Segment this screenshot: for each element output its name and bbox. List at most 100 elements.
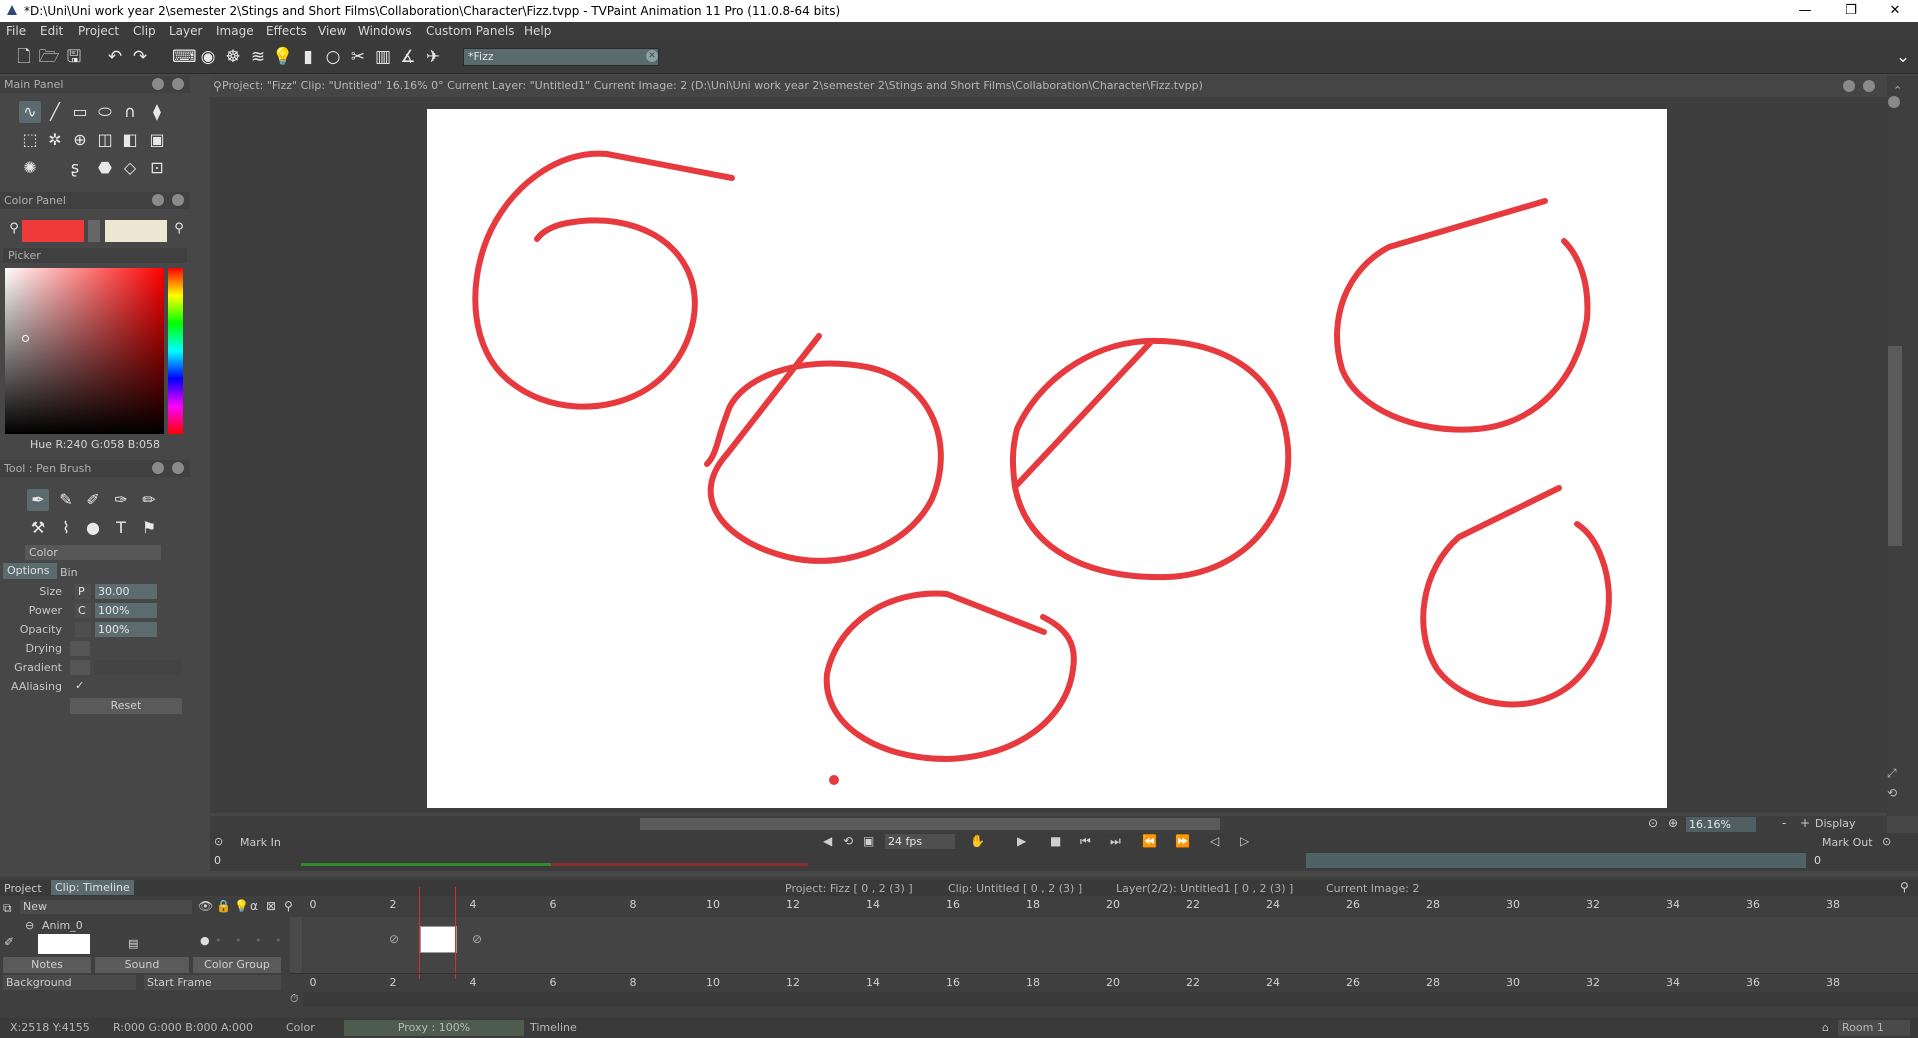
menu-file[interactable]: File	[6, 24, 26, 38]
color-wheel-icon[interactable]: ◉	[197, 46, 219, 68]
frame-number[interactable]: 10	[698, 976, 728, 989]
eyedropper-secondary-icon[interactable]: ⚲	[168, 218, 190, 240]
text-tool-icon[interactable]: T	[110, 517, 132, 539]
layer-thumbnail[interactable]	[38, 934, 90, 954]
tab-options[interactable]: Options	[3, 563, 57, 579]
reset-button[interactable]: Reset	[70, 698, 182, 714]
canvas-extra-close-icon[interactable]	[1888, 96, 1900, 108]
menu-custom-panels[interactable]: Custom Panels	[426, 24, 514, 38]
previous-frame-button[interactable]: ⏪	[1142, 834, 1157, 848]
pen-brush-icon[interactable]: ✒	[27, 489, 49, 511]
mark-out-icon[interactable]: ⊙	[1882, 835, 1891, 848]
frame-number[interactable]: 10	[698, 898, 728, 911]
primary-color-swatch[interactable]	[22, 220, 84, 242]
spray-tool-icon[interactable]: ✺	[19, 157, 41, 179]
open-folder-icon[interactable]: 🗁	[38, 46, 60, 68]
color-picker-square[interactable]	[5, 268, 164, 434]
canvas-minimize-icon[interactable]	[1843, 80, 1855, 92]
frame-number[interactable]: 24	[1258, 898, 1288, 911]
new-layer-icon[interactable]: ⧉	[3, 901, 12, 916]
smudge-tool-icon[interactable]: ʂ	[64, 157, 86, 179]
frame-number[interactable]: 38	[1818, 976, 1848, 989]
menu-edit[interactable]: Edit	[40, 24, 63, 38]
current-frame-cell[interactable]	[420, 926, 457, 953]
lightbulb-layer-icon[interactable]: 💡	[234, 899, 249, 913]
panel-minimize-icon[interactable]	[152, 462, 164, 474]
drying-checkbox[interactable]	[70, 641, 90, 656]
opacity-input[interactable]: 100%	[95, 622, 157, 637]
line-tool-icon[interactable]: ╱	[44, 101, 66, 123]
ellipse-tool-icon[interactable]: ⬭	[94, 101, 116, 123]
panel-close-icon[interactable]	[172, 462, 184, 474]
frame-number[interactable]: 16	[938, 976, 968, 989]
loop-toggle-icon[interactable]: ⟲	[843, 834, 853, 848]
gradient-checkbox[interactable]	[70, 660, 90, 675]
frame-number[interactable]: 0	[298, 976, 328, 989]
layers-icon[interactable]: ≋	[247, 46, 269, 68]
power-input[interactable]: 100%	[95, 603, 157, 618]
undo-icon[interactable]: ↶	[104, 46, 126, 68]
zoom-center-icon[interactable]: ⊕	[1668, 816, 1678, 830]
frame-number[interactable]: 0	[298, 898, 328, 911]
zoom-fit-icon[interactable]: ⊙	[1648, 816, 1658, 830]
menu-view[interactable]: View	[318, 24, 346, 38]
proxy-indicator[interactable]: Proxy : 100%	[344, 1020, 524, 1036]
lasso-tool-icon[interactable]: ∩	[119, 101, 141, 123]
gradient-field[interactable]	[94, 660, 182, 675]
panel-minimize-icon[interactable]	[152, 194, 164, 206]
save-icon[interactable]: 🖫	[63, 46, 85, 68]
timeline-pin-icon[interactable]: ⚲	[1900, 880, 1909, 894]
power-pressure-toggle[interactable]: C	[75, 603, 91, 618]
frame-number[interactable]: 26	[1338, 898, 1368, 911]
playback-settings-icon[interactable]: ▣	[863, 834, 874, 848]
stencil-icon[interactable]: ⊠	[266, 899, 276, 913]
sound-toggle-icon[interactable]: ◀	[823, 834, 832, 848]
eraser-brush-icon[interactable]: ⬣	[94, 157, 116, 179]
minimize-button[interactable]: —	[1782, 0, 1828, 22]
keyboard-icon[interactable]: ⌨	[172, 46, 197, 68]
menu-image[interactable]: Image	[216, 24, 254, 38]
tab-project[interactable]: Project	[4, 882, 42, 895]
frame-number[interactable]: 16	[938, 898, 968, 911]
frame-number[interactable]: 4	[458, 898, 488, 911]
new-document-icon[interactable]: 🗋	[13, 46, 35, 68]
knife-tool-icon[interactable]: ⚒	[27, 517, 49, 539]
panel-close-icon[interactable]	[172, 194, 184, 206]
frame-number[interactable]: 2	[378, 898, 408, 911]
vertical-scrollbar-thumb[interactable]	[1888, 346, 1902, 546]
mark-out-value[interactable]: 0	[1814, 854, 1821, 867]
lightbulb-icon[interactable]: 💡	[272, 46, 294, 68]
fps-select[interactable]: 24 fps	[885, 834, 955, 849]
start-frame-select[interactable]: Start Frame	[144, 975, 281, 990]
size-pressure-toggle[interactable]: P	[75, 584, 91, 599]
frame-number[interactable]: 14	[858, 976, 888, 989]
frame-number[interactable]: 20	[1098, 898, 1128, 911]
menu-project[interactable]: Project	[78, 24, 119, 38]
go-first-frame-button[interactable]: ⏮	[1080, 834, 1091, 849]
mark-in-icon[interactable]: ⊙	[214, 835, 223, 848]
stop-button[interactable]: ■	[1050, 834, 1061, 848]
warp-tool-icon[interactable]: ◧	[119, 129, 141, 151]
frame-number[interactable]: 6	[538, 898, 568, 911]
frame-number[interactable]: 34	[1658, 898, 1688, 911]
step-back-button[interactable]: ◁	[1210, 834, 1219, 848]
brush-mode-select[interactable]: Color	[25, 545, 161, 560]
frame-number[interactable]: 8	[618, 976, 648, 989]
frame-number[interactable]: 38	[1818, 898, 1848, 911]
frame-number[interactable]: 32	[1578, 898, 1608, 911]
frame-track[interactable]	[303, 917, 1918, 973]
menu-clip[interactable]: Clip	[133, 24, 156, 38]
frame-number[interactable]: 30	[1498, 976, 1528, 989]
zoom-timeline-icon[interactable]: ⚲	[284, 899, 293, 913]
frame-number[interactable]: 30	[1498, 898, 1528, 911]
panels-icon[interactable]: ▥	[372, 46, 394, 68]
rectangle-tool-icon[interactable]: ▭	[69, 101, 91, 123]
layer-blend-icon[interactable]: ▤	[128, 937, 138, 950]
crayon-brush-icon[interactable]: ✏	[138, 489, 160, 511]
frame-number[interactable]: 12	[778, 976, 808, 989]
mark-out-range[interactable]	[1306, 853, 1806, 868]
ruler-icon[interactable]: ▮	[297, 46, 319, 68]
timeline-clock-icon[interactable]: ⏱	[290, 992, 299, 1006]
zoom-level-input[interactable]: 16.16%	[1686, 817, 1756, 832]
layer-visible-dot-icon[interactable]: ●	[200, 934, 210, 947]
